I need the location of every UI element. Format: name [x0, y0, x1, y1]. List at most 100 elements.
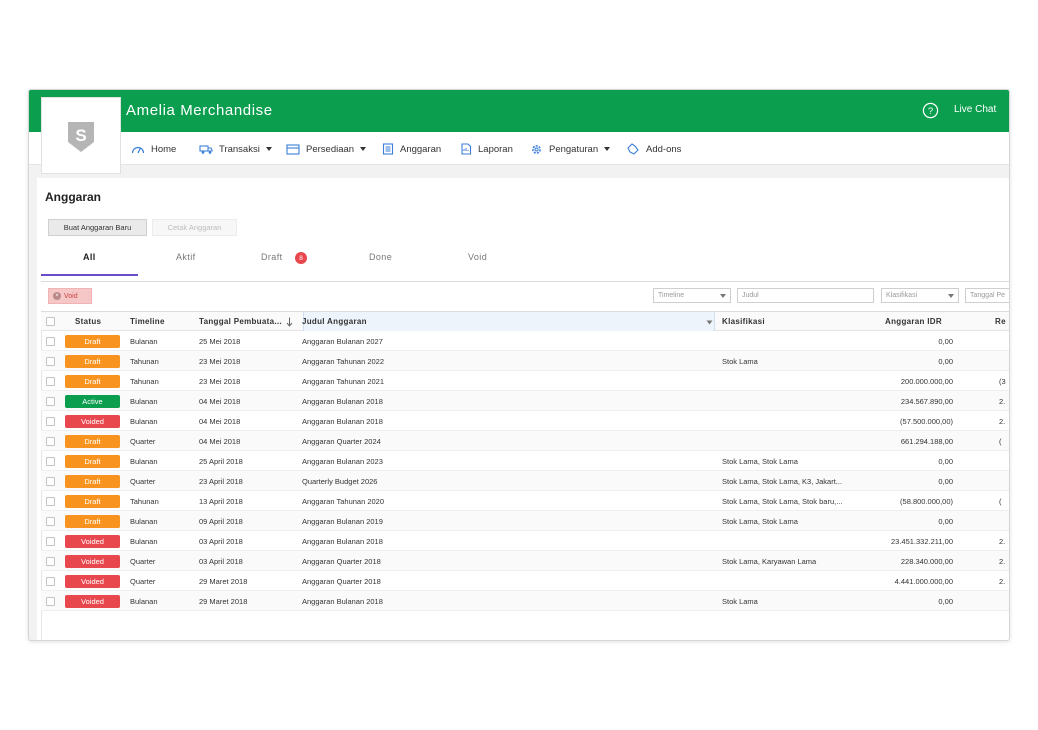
table-row[interactable]: Voided Quarter 29 Maret 2018 Anggaran Quart… [41, 571, 1009, 591]
timeline-cell: Bulanan [130, 337, 158, 346]
table-row[interactable]: Voided Quarter 03 April 2018 Anggaran Quart… [41, 551, 1009, 571]
extra-cell: 2. [999, 557, 1006, 566]
status-badge: Draft [65, 435, 120, 448]
title-cell[interactable]: Anggaran Quarter 2024 [302, 437, 381, 446]
timeline-cell: Bulanan [130, 397, 158, 406]
title-cell[interactable]: Anggaran Bulanan 2019 [302, 517, 383, 526]
truck-icon [199, 145, 213, 154]
void-filter-chip[interactable]: × Void [48, 288, 92, 304]
close-icon[interactable]: × [53, 292, 61, 300]
table-row[interactable]: Draft Tahunan 23 Mei 2018 Anggaran Tahunan … [41, 371, 1009, 391]
timeline-cell: Bulanan [130, 417, 158, 426]
judul-filter-input[interactable]: Judul [737, 288, 874, 303]
timeline-filter[interactable]: Timeline [653, 288, 731, 303]
nav-persediaan[interactable]: Persediaan [286, 141, 367, 157]
date-cell: 23 April 2018 [199, 477, 243, 486]
help-icon[interactable]: ? [922, 102, 939, 119]
col-extra[interactable]: Re [995, 317, 1006, 326]
table-header: Status Timeline Tanggal Pembuata... Judu… [41, 311, 1009, 331]
table-row[interactable]: Voided Bulanan 04 Mei 2018 Anggaran Bulanan… [41, 411, 1009, 431]
col-judul[interactable]: Judul Anggaran [302, 317, 367, 326]
company-logo[interactable]: S [41, 97, 121, 174]
row-checkbox[interactable] [46, 477, 55, 486]
date-cell: 23 Mei 2018 [199, 357, 241, 366]
row-checkbox[interactable] [46, 457, 55, 466]
select-all-checkbox[interactable] [46, 317, 55, 326]
table-row[interactable]: Voided Bulanan 03 April 2018 Anggaran Bulan… [41, 531, 1009, 551]
extra-cell: 2. [999, 537, 1006, 546]
row-checkbox[interactable] [46, 417, 55, 426]
amount-cell: 0,00 [938, 457, 953, 466]
title-cell[interactable]: Anggaran Bulanan 2023 [302, 457, 383, 466]
col-tanggal[interactable]: Tanggal Pembuata... [199, 317, 282, 326]
tanggal-filter[interactable]: Tanggal Pe [965, 288, 1009, 303]
row-checkbox[interactable] [46, 537, 55, 546]
timeline-cell: Quarter [130, 477, 156, 486]
row-checkbox[interactable] [46, 337, 55, 346]
nav-laporan[interactable]: Laporan [460, 141, 513, 157]
tab-void[interactable]: Void [468, 252, 487, 262]
title-cell[interactable]: Anggaran Tahunan 2020 [302, 497, 384, 506]
date-cell: 04 Mei 2018 [199, 397, 241, 406]
table-row[interactable]: Draft Quarter 23 April 2018 Quarterly Budge… [41, 471, 1009, 491]
title-cell[interactable]: Quarterly Budget 2026 [302, 477, 377, 486]
row-checkbox[interactable] [46, 357, 55, 366]
title-cell[interactable]: Anggaran Bulanan 2018 [302, 397, 383, 406]
tab-all[interactable]: All [83, 252, 96, 262]
col-klasifikasi[interactable]: Klasifikasi [722, 317, 765, 326]
row-checkbox[interactable] [46, 497, 55, 506]
table-row[interactable]: Draft Bulanan 09 April 2018 Anggaran Bulana… [41, 511, 1009, 531]
table-row[interactable]: Draft Tahunan 23 Mei 2018 Anggaran Tahunan … [41, 351, 1009, 371]
table-row[interactable]: Draft Tahunan 13 April 2018 Anggaran Tahuna… [41, 491, 1009, 511]
table-row[interactable]: Active Bulanan 04 Mei 2018 Anggaran Bulanan… [41, 391, 1009, 411]
page-title: Anggaran [45, 190, 102, 204]
row-checkbox[interactable] [46, 577, 55, 586]
tab-draft[interactable]: Draft [261, 252, 283, 262]
title-cell[interactable]: Anggaran Tahunan 2022 [302, 357, 384, 366]
table-row[interactable]: Draft Quarter 04 Mei 2018 Anggaran Quarter … [41, 431, 1009, 451]
title-cell[interactable]: Anggaran Bulanan 2018 [302, 597, 383, 606]
row-checkbox[interactable] [46, 437, 55, 446]
table-row[interactable]: Draft Bulanan 25 Mei 2018 Anggaran Bulanan … [41, 331, 1009, 351]
app-window: Amelia Merchandise ? Live Chat S Home Tr… [28, 89, 1010, 641]
title-cell[interactable]: Anggaran Quarter 2018 [302, 577, 381, 586]
title-cell[interactable]: Anggaran Quarter 2018 [302, 557, 381, 566]
title-cell[interactable]: Anggaran Bulanan 2018 [302, 417, 383, 426]
company-name: Amelia Merchandise [126, 102, 273, 119]
nav-addons[interactable]: Add-ons [626, 141, 681, 157]
column-menu-icon[interactable] [706, 320, 713, 325]
timeline-cell: Quarter [130, 577, 156, 586]
title-cell[interactable]: Anggaran Bulanan 2027 [302, 337, 383, 346]
row-checkbox[interactable] [46, 377, 55, 386]
title-cell[interactable]: Anggaran Tahunan 2021 [302, 377, 384, 386]
extra-cell: 2. [999, 577, 1006, 586]
title-cell[interactable]: Anggaran Bulanan 2018 [302, 537, 383, 546]
sort-down-icon[interactable] [286, 317, 293, 327]
row-checkbox[interactable] [46, 517, 55, 526]
classification-cell: Stok Lama, Karyawan Lama [722, 557, 817, 566]
tab-done[interactable]: Done [369, 252, 392, 262]
row-checkbox[interactable] [46, 597, 55, 606]
timeline-cell: Bulanan [130, 597, 158, 606]
nav-transaksi[interactable]: Transaksi [199, 141, 272, 157]
col-timeline[interactable]: Timeline [130, 317, 165, 326]
nav-anggaran[interactable]: Anggaran [382, 141, 441, 157]
row-checkbox[interactable] [46, 557, 55, 566]
report-icon [461, 143, 472, 155]
klasifikasi-filter[interactable]: Klasifikasi [881, 288, 959, 303]
tab-aktif[interactable]: Aktif [176, 252, 196, 262]
table-row[interactable]: Voided Bulanan 29 Maret 2018 Anggaran Bulan… [41, 591, 1009, 611]
new-budget-button[interactable]: Buat Anggaran Baru [48, 219, 147, 236]
print-budget-button[interactable]: Cetak Anggaran [152, 219, 237, 236]
nav-pengaturan[interactable]: Pengaturan [530, 141, 611, 157]
col-status[interactable]: Status [75, 317, 101, 326]
live-chat-link[interactable]: Live Chat [954, 104, 996, 115]
nav-label: Laporan [478, 143, 513, 155]
timeline-cell: Quarter [130, 437, 156, 446]
status-badge: Voided [65, 595, 120, 608]
row-checkbox[interactable] [46, 397, 55, 406]
classification-cell: Stok Lama, Stok Lama [722, 457, 798, 466]
table-row[interactable]: Draft Bulanan 25 April 2018 Anggaran Bulana… [41, 451, 1009, 471]
nav-home[interactable]: Home [131, 141, 176, 157]
col-anggaran[interactable]: Anggaran IDR [885, 317, 942, 326]
